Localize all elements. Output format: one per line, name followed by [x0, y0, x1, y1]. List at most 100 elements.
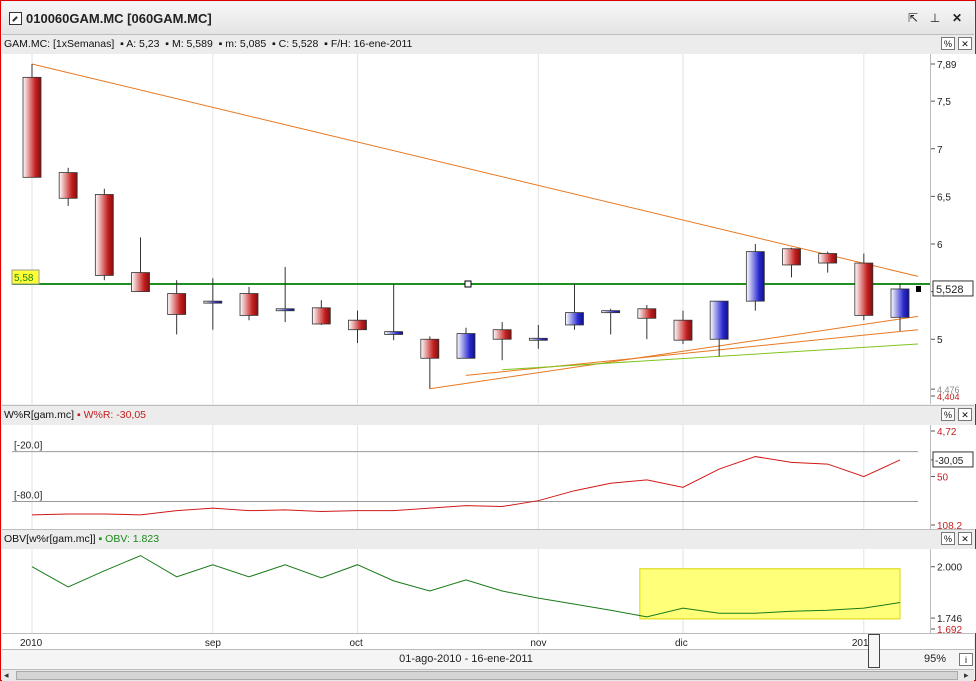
price-tick-label: 5: [937, 335, 943, 346]
candle-down: [167, 293, 187, 315]
wr-line: [31, 456, 901, 516]
obv-name: OBV[w%r[gam.mc]]: [4, 533, 96, 545]
obv-tick-label: 1.746: [937, 614, 962, 625]
obv-axis-svg: 2.000 1.7461.692: [931, 563, 962, 636]
candle-down: [637, 308, 657, 319]
candle-down: [239, 293, 259, 316]
candle-up: [275, 308, 295, 312]
time-axis-label: oct: [350, 638, 364, 649]
wr-tick-label: 50: [937, 473, 949, 484]
highlight-region: [639, 568, 901, 620]
current-price-label: 5,528: [936, 284, 964, 296]
hline-label: 5,58: [14, 273, 34, 284]
scroll-left-icon[interactable]: ◂: [4, 670, 9, 681]
candle-down: [311, 307, 331, 325]
candle-up: [709, 300, 729, 340]
time-axis-label: dic: [675, 638, 688, 649]
range-slider-handle[interactable]: [868, 634, 880, 668]
candle-up: [528, 337, 548, 341]
obv-info-line: OBV[w%r[gam.mc]] ▪ OBV: 1.823: [4, 533, 160, 545]
main-panel-header: GAM.MC: [1xSemanas] ▪ A: 5,23 ▪ M: 5,589…: [2, 34, 974, 55]
close-panel-button[interactable]: ✕: [958, 37, 972, 50]
trendline: [31, 63, 919, 277]
price-axis: 7,897,576,565,554,4764,4045,528: [930, 54, 976, 404]
wr-info-line: W%R[gam.mc] ▪ W%R: -30,05: [4, 409, 147, 421]
wr-panel-header: W%R[gam.mc] ▪ W%R: -30,05 % ✕: [2, 405, 974, 426]
wr-chart[interactable]: [-20.0] [-80.0]: [2, 425, 930, 529]
scroll-right-icon[interactable]: ▸: [964, 670, 969, 681]
wr-axis: 4,72 -30,05 50 108,2: [930, 425, 976, 532]
price-chart[interactable]: 5,58: [2, 54, 930, 404]
candle-down: [131, 272, 150, 293]
chart-window-icon: [9, 12, 22, 25]
obv-panel-header: OBV[w%r[gam.mc]] ▪ OBV: 1.823 % ✕: [2, 529, 974, 550]
candle-up: [890, 288, 910, 318]
price-tick-label: 4,404: [937, 392, 960, 402]
candle-up: [745, 251, 765, 302]
candle-up: [384, 331, 404, 335]
price-chart-panel[interactable]: 5,58: [2, 54, 930, 404]
time-axis-label: sep: [205, 638, 222, 649]
obv-chart-panel[interactable]: [2, 549, 930, 633]
obv-percent-button[interactable]: %: [941, 532, 955, 545]
undock-icon[interactable]: ⇱: [906, 11, 920, 25]
scrollbar-thumb[interactable]: [16, 671, 958, 680]
wr-current-label: -30,05: [935, 456, 964, 467]
candle-down: [94, 194, 114, 276]
obv-axis: 2.000 1.746 1.692: [930, 549, 976, 636]
price-tick-label: 7,5: [937, 97, 951, 108]
wr-chart-panel[interactable]: [-20.0] [-80.0]: [2, 425, 930, 529]
date-range-label: 01-ago-2010 - 16-ene-2011: [399, 653, 533, 665]
wr-axis-svg: 4,72 -30,05 50 108,2: [931, 427, 974, 532]
zoom-level: 95%: [924, 653, 947, 665]
candle-down: [58, 172, 78, 199]
time-axis-label: 2010: [20, 638, 43, 649]
horizontal-scrollbar[interactable]: ◂ ▸: [2, 669, 974, 681]
price-tick-label: 7: [937, 145, 943, 156]
title-bar[interactable]: 010060GAM.MC [060GAM.MC] ⇱ ⊥ ✕: [2, 2, 974, 35]
pin-icon[interactable]: ⊥: [928, 11, 942, 25]
hline-handle: [464, 280, 472, 288]
close-icon[interactable]: ✕: [950, 11, 964, 25]
open-value: A: 5,23: [126, 38, 160, 50]
price-tick-label: 6: [937, 240, 943, 251]
candle-down: [854, 262, 874, 316]
obv-tick-label: 2.000: [937, 563, 962, 574]
close-value: C: 5,528: [278, 38, 319, 50]
high-value: M: 5,589: [171, 38, 213, 50]
wr-close-button[interactable]: ✕: [958, 408, 972, 421]
chart-window: 010060GAM.MC [060GAM.MC] ⇱ ⊥ ✕ GAM.MC: […: [0, 0, 976, 681]
trendline: [502, 343, 919, 371]
obv-chart[interactable]: [2, 549, 930, 633]
wr-value: W%R: -30,05: [83, 409, 147, 421]
low-value: m: 5,085: [225, 38, 267, 50]
candle-down: [673, 319, 693, 341]
candle-up: [601, 310, 621, 314]
date-range-bar: 01-ago-2010 - 16-ene-2011 95% i: [2, 634, 974, 670]
obv-close-button[interactable]: ✕: [958, 532, 972, 545]
candle-down: [420, 338, 440, 359]
symbol-label: GAM.MC: [1xSemanas]: [4, 38, 115, 50]
candle-down: [348, 319, 367, 331]
price-tick-label: 7,89: [937, 60, 957, 71]
time-axis: 2010 sep oct nov dic 2011: [2, 633, 974, 650]
wr-name: W%R[gam.mc]: [4, 409, 75, 421]
time-axis-svg: 2010 sep oct nov dic 2011: [20, 638, 874, 649]
candle-up: [203, 300, 223, 304]
candle-up: [565, 312, 584, 326]
obv-tick-label: 1.692: [937, 625, 962, 633]
percent-scale-button[interactable]: %: [941, 37, 955, 50]
candle-down: [22, 76, 42, 178]
wr-tick-label: 108,2: [937, 521, 962, 529]
window-title: 010060GAM.MC [060GAM.MC]: [26, 11, 212, 26]
date-value: F/H: 16-ene-2011: [330, 38, 413, 50]
info-button[interactable]: i: [959, 653, 973, 666]
candle-down: [492, 329, 512, 340]
wr-level-label: [-20.0]: [14, 441, 43, 452]
obv-value: OBV: 1.823: [105, 533, 160, 545]
candle-up: [456, 333, 476, 359]
price-axis-svg: 7,897,576,565,554,4764,4045,528: [931, 60, 974, 402]
wr-percent-button[interactable]: %: [941, 408, 955, 421]
price-tick-label: 6,5: [937, 192, 951, 203]
price-info-line: GAM.MC: [1xSemanas] ▪ A: 5,23 ▪ M: 5,589…: [4, 38, 413, 50]
